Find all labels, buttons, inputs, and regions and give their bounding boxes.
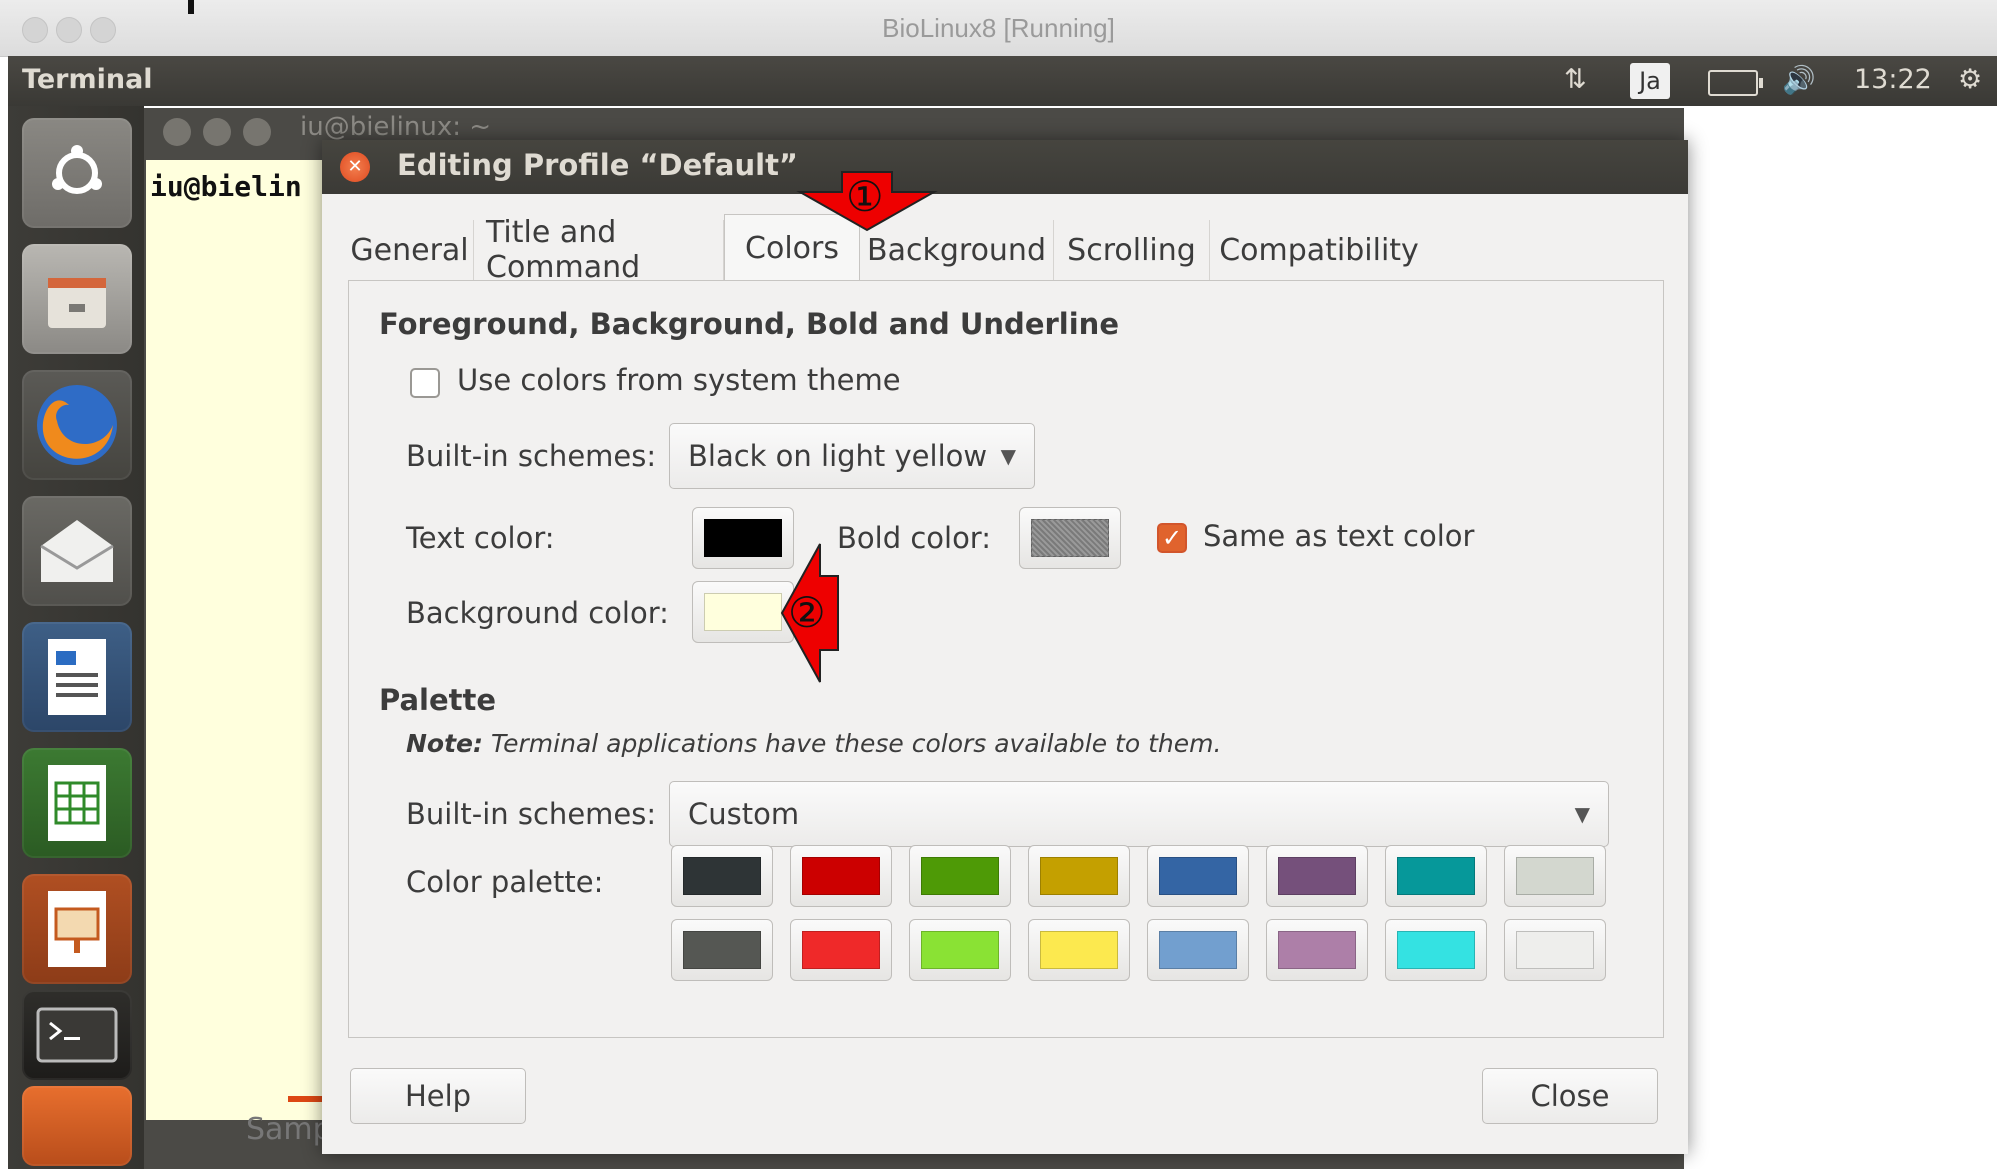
palette-note: Note: Terminal applications have these c… <box>406 729 1221 758</box>
bg-color-swatch <box>704 593 782 631</box>
palette-color-button[interactable] <box>909 919 1011 981</box>
fg-schemes-label: Built-in schemes: <box>406 439 657 473</box>
palette-color-swatch <box>1159 857 1237 895</box>
palette-color-swatch <box>921 931 999 969</box>
profile-dialog: ✕ Editing Profile “Default” General Titl… <box>322 140 1688 1154</box>
palette-schemes-value: Custom <box>688 797 800 831</box>
use-system-theme-checkbox[interactable] <box>410 368 440 398</box>
gear-icon[interactable]: ⚙ <box>1958 64 1982 95</box>
palette-color-button[interactable] <box>1504 845 1606 907</box>
dialog-close-icon[interactable]: ✕ <box>340 152 370 182</box>
palette-color-button[interactable] <box>1147 919 1249 981</box>
same-as-text-checkbox[interactable]: ✓ <box>1157 523 1187 553</box>
close-button[interactable]: Close <box>1482 1068 1658 1124</box>
palette-color-swatch <box>683 931 761 969</box>
use-system-theme-label[interactable]: Use colors from system theme <box>457 363 901 397</box>
impress-icon[interactable] <box>22 874 132 984</box>
palette-color-button[interactable] <box>790 919 892 981</box>
host-window-title: BioLinux8 [Running] <box>882 13 1115 43</box>
palette-color-button[interactable] <box>1028 919 1130 981</box>
palette-color-swatch <box>1159 931 1237 969</box>
palette-color-button[interactable] <box>1385 919 1487 981</box>
annotation-marker-1: ① <box>846 172 884 221</box>
palette-color-button[interactable] <box>1147 845 1249 907</box>
palette-color-button[interactable] <box>909 845 1011 907</box>
calc-icon[interactable] <box>22 748 132 858</box>
mail-icon[interactable] <box>22 496 132 606</box>
bg-color-label: Background color: <box>406 596 669 630</box>
palette-color-swatch <box>802 931 880 969</box>
annotation-marker-2: ② <box>788 588 826 637</box>
terminal-body[interactable] <box>146 160 336 1120</box>
palette-section-title: Palette <box>379 683 497 717</box>
battery-icon[interactable] <box>1708 70 1763 96</box>
tab-compatibility[interactable]: Compatibility <box>1210 220 1428 280</box>
palette-color-button[interactable] <box>1266 845 1368 907</box>
bold-color-swatch <box>1031 519 1109 557</box>
palette-color-button[interactable] <box>1028 845 1130 907</box>
tab-title-and-command[interactable]: Title and Command <box>474 215 724 285</box>
launcher <box>8 106 144 1169</box>
palette-color-swatch <box>802 857 880 895</box>
palette-color-swatch <box>1516 857 1594 895</box>
tab-scrolling[interactable]: Scrolling <box>1054 220 1210 280</box>
palette-color-button[interactable] <box>671 845 773 907</box>
palette-color-swatch <box>1278 857 1356 895</box>
palette-schemes-combo[interactable]: Custom ▼ <box>669 781 1609 847</box>
palette-color-button[interactable] <box>1385 845 1487 907</box>
input-method-indicator[interactable]: Ja <box>1630 63 1670 99</box>
desktop-file-label: Samp <box>246 1112 332 1147</box>
fg-schemes-value: Black on light yellow <box>688 439 988 473</box>
bold-color-button[interactable] <box>1019 507 1121 569</box>
terminal-icon[interactable] <box>22 990 132 1080</box>
colors-page: Foreground, Background, Bold and Underli… <box>348 280 1664 1038</box>
text-color-swatch <box>704 519 782 557</box>
palette-color-button[interactable] <box>790 845 892 907</box>
chevron-down-icon: ▼ <box>1000 444 1016 468</box>
same-as-text-label[interactable]: Same as text color <box>1203 519 1474 553</box>
palette-color-button[interactable] <box>1504 919 1606 981</box>
chevron-down-icon: ▼ <box>1574 802 1590 826</box>
top-panel: Terminal ⇅ Ja 🔊 13:22 ⚙ <box>8 56 1997 106</box>
palette-color-swatch <box>1040 857 1118 895</box>
host-titlebar: BioLinux8 [Running] <box>0 0 1997 57</box>
text-color-label: Text color: <box>406 521 555 555</box>
writer-icon[interactable] <box>22 622 132 732</box>
software-center-icon[interactable] <box>22 1086 132 1166</box>
tab-general[interactable]: General <box>346 220 474 280</box>
desktop-background <box>1690 106 1997 1169</box>
palette-color-swatch <box>1040 931 1118 969</box>
color-palette-label: Color palette: <box>406 865 604 899</box>
palette-color-button[interactable] <box>1266 919 1368 981</box>
terminal-minimize-button[interactable] <box>203 118 231 146</box>
fg-schemes-combo[interactable]: Black on light yellow ▼ <box>669 423 1035 489</box>
fg-section-title: Foreground, Background, Bold and Underli… <box>379 307 1119 341</box>
dash-home-icon[interactable] <box>22 118 132 228</box>
palette-color-button[interactable] <box>671 919 773 981</box>
palette-color-swatch <box>1278 931 1356 969</box>
bold-color-label: Bold color: <box>837 521 991 555</box>
panel-app-title: Terminal <box>22 64 153 95</box>
palette-color-swatch <box>683 857 761 895</box>
palette-color-swatch <box>1397 931 1475 969</box>
clock[interactable]: 13:22 <box>1854 64 1932 95</box>
help-button[interactable]: Help <box>350 1068 526 1124</box>
dialog-header: ✕ Editing Profile “Default” <box>322 140 1688 194</box>
terminal-maximize-button[interactable] <box>243 118 271 146</box>
palette-schemes-label: Built-in schemes: <box>406 797 657 831</box>
palette-note-bold: Note: <box>406 729 484 758</box>
firefox-icon[interactable] <box>22 370 132 480</box>
palette-color-swatch <box>921 857 999 895</box>
palette-color-swatch <box>1397 857 1475 895</box>
terminal-prompt: iu@bielin <box>150 170 302 203</box>
files-icon[interactable] <box>22 244 132 354</box>
terminal-close-button[interactable] <box>163 118 191 146</box>
terminal-title: iu@bielinux: ~ <box>300 112 492 142</box>
volume-icon[interactable]: 🔊 <box>1782 64 1816 96</box>
cursor-mark <box>188 0 194 14</box>
network-icon[interactable]: ⇅ <box>1564 64 1587 95</box>
palette-note-text: Terminal applications have these colors … <box>483 729 1222 758</box>
dialog-title: Editing Profile “Default” <box>397 148 798 182</box>
palette-color-swatch <box>1516 931 1594 969</box>
